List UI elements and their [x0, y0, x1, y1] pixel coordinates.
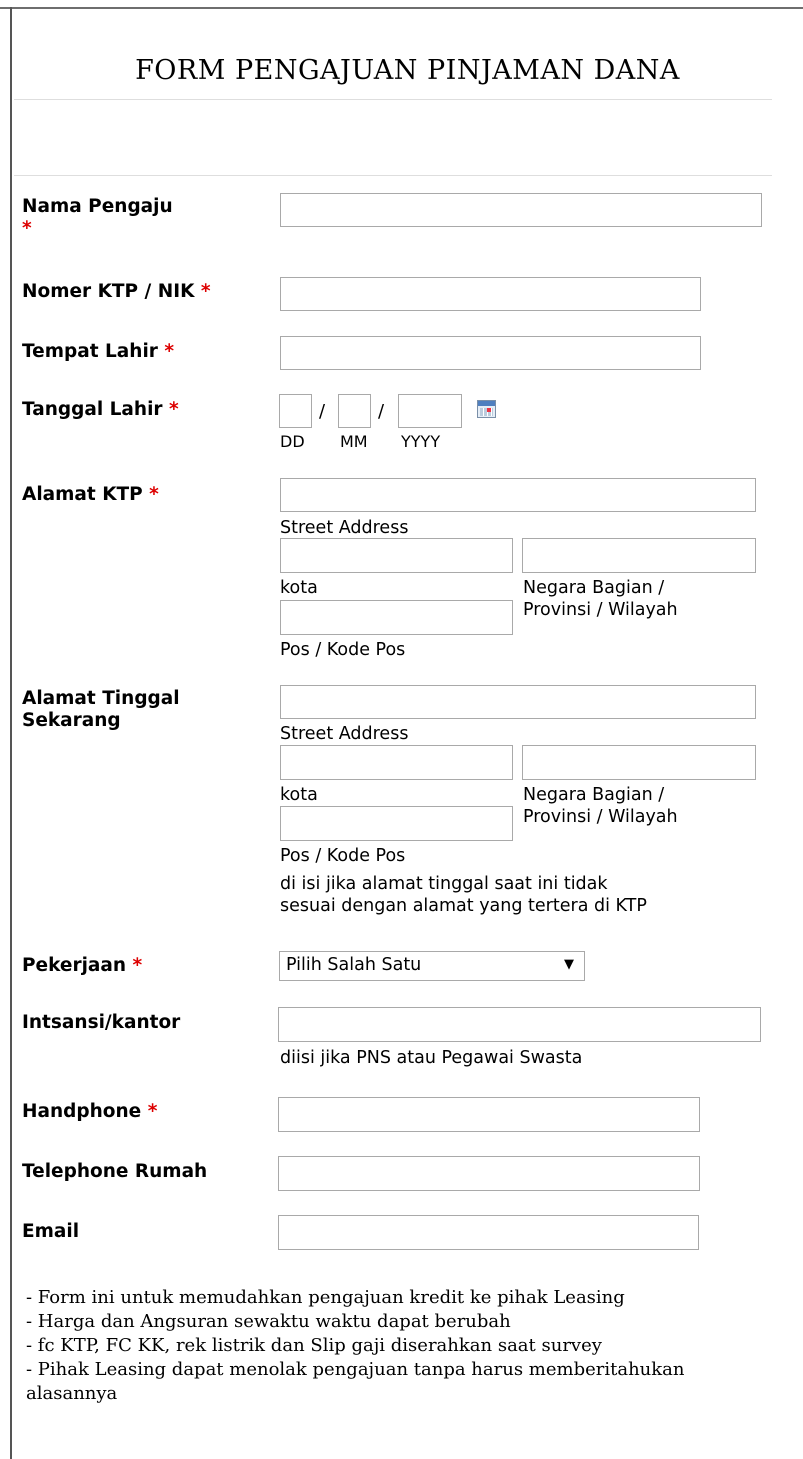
note-line: - Harga dan Angsuran sewaktu waktu dapat… [26, 1311, 511, 1332]
note-line: - Pihak Leasing dapat menolak pengajuan … [26, 1359, 685, 1380]
date-slash: / [319, 401, 326, 422]
month-input[interactable] [338, 394, 371, 428]
note-line: - Form ini untuk memudahkan pengajuan kr… [26, 1287, 625, 1308]
alamat-tinggal-kota-input[interactable] [280, 745, 513, 780]
title-divider [14, 99, 772, 100]
note-line: alasannya [26, 1383, 118, 1404]
handphone-input[interactable] [278, 1097, 700, 1132]
ktp-input[interactable] [280, 277, 701, 311]
day-sublabel: DD [280, 432, 305, 451]
month-sublabel: MM [340, 432, 368, 451]
kota-sublabel: kota [280, 785, 318, 805]
pekerjaan-selected-value: Pilih Salah Satu [286, 955, 422, 975]
alamat-tinggal-street-input[interactable] [280, 685, 756, 719]
instansi-input[interactable] [278, 1007, 761, 1042]
tempat-lahir-label: Tempat Lahir * [22, 341, 175, 362]
street-address-sublabel: Street Address [280, 724, 409, 744]
email-input[interactable] [278, 1215, 699, 1250]
provinsi-sublabel: Negara Bagian / Provinsi / Wilayah [523, 578, 678, 620]
alamat-ktp-kota-input[interactable] [280, 538, 513, 573]
alamat-ktp-provinsi-input[interactable] [522, 538, 756, 573]
ktp-label: Nomer KTP / NIK * [22, 281, 211, 302]
nama-label: Nama Pengaju * [22, 196, 173, 239]
tempat-lahir-input[interactable] [280, 336, 701, 370]
section-divider [14, 175, 772, 176]
window-top-border [0, 0, 803, 9]
alamat-tinggal-pos-input[interactable] [280, 806, 513, 841]
street-address-sublabel: Street Address [280, 518, 409, 538]
handphone-label: Handphone * [22, 1101, 158, 1122]
calendar-icon[interactable] [477, 400, 496, 418]
form-title: FORM PENGAJUAN PINJAMAN DANA [135, 55, 680, 86]
chevron-down-icon: ▼ [564, 957, 574, 972]
telepon-label: Telephone Rumah [22, 1161, 208, 1182]
alamat-tinggal-label: Alamat Tinggal Sekarang [22, 688, 180, 731]
pos-sublabel: Pos / Kode Pos [280, 846, 406, 866]
nama-input[interactable] [280, 193, 762, 227]
day-input[interactable] [279, 394, 312, 428]
window-left-border [10, 7, 12, 1459]
instansi-hint: diisi jika PNS atau Pegawai Swasta [280, 1048, 583, 1068]
pos-sublabel: Pos / Kode Pos [280, 640, 406, 660]
alamat-tinggal-hint: di isi jika alamat tinggal saat ini tida… [280, 874, 647, 916]
alamat-tinggal-provinsi-input[interactable] [522, 745, 756, 780]
alamat-ktp-street-input[interactable] [280, 478, 756, 512]
pekerjaan-select[interactable]: Pilih Salah Satu ▼ [279, 951, 585, 981]
telepon-input[interactable] [278, 1156, 700, 1191]
email-label: Email [22, 1221, 80, 1242]
instansi-label: Intsansi/kantor [22, 1012, 181, 1033]
note-line: - fc KTP, FC KK, rek listrik dan Slip ga… [26, 1335, 602, 1356]
alamat-ktp-label: Alamat KTP * [22, 484, 159, 505]
kota-sublabel: kota [280, 578, 318, 598]
alamat-ktp-pos-input[interactable] [280, 600, 513, 635]
date-slash: / [378, 401, 385, 422]
year-sublabel: YYYY [401, 432, 441, 451]
provinsi-sublabel: Negara Bagian / Provinsi / Wilayah [523, 785, 678, 827]
tanggal-lahir-label: Tanggal Lahir * [22, 399, 179, 420]
notes: - Form ini untuk memudahkan pengajuan kr… [26, 1286, 685, 1406]
pekerjaan-label: Pekerjaan * [22, 955, 143, 976]
year-input[interactable] [398, 394, 462, 428]
